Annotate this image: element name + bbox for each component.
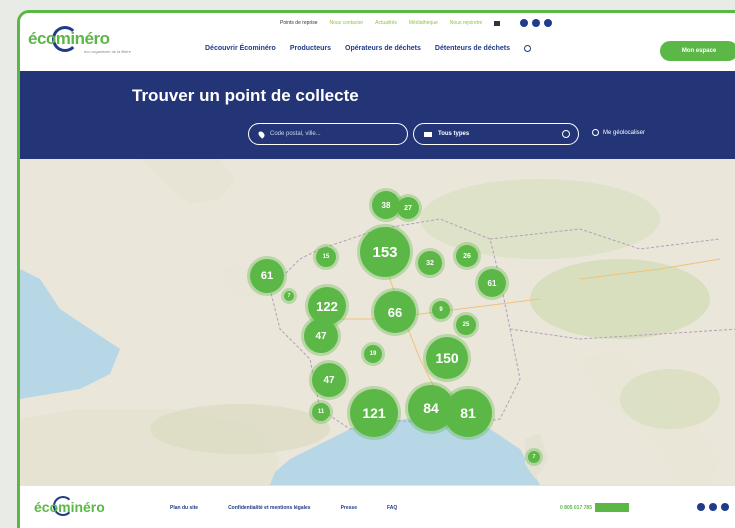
- footer-link-sitemap[interactable]: Plan du site: [170, 505, 198, 511]
- twitter-icon[interactable]: [532, 19, 541, 27]
- nav-item-detenteurs[interactable]: Détenteurs de déchets: [435, 45, 510, 52]
- cluster-count: 15: [322, 254, 330, 260]
- phone-number: 0 805 017 785: [560, 504, 592, 511]
- cluster-count: 19: [369, 351, 377, 357]
- map-cluster[interactable]: 26: [456, 245, 478, 267]
- search-banner: Trouver un point de collecte Code postal…: [20, 71, 735, 159]
- map-cluster[interactable]: 121: [350, 389, 398, 437]
- top-link-rejoindre[interactable]: Nous rejoindre: [450, 20, 483, 26]
- map-cluster[interactable]: 25: [456, 315, 476, 335]
- map-cluster[interactable]: 15: [316, 247, 336, 267]
- cluster-count: 7: [532, 454, 536, 460]
- cluster-count: 66: [387, 304, 403, 320]
- nav-item-decouvrir[interactable]: Découvrir Écominéro: [205, 45, 276, 52]
- cluster-count: 25: [462, 322, 470, 328]
- logo-text: écominéro: [28, 29, 110, 48]
- map-cluster[interactable]: 61: [250, 259, 284, 293]
- logo-tagline: éco-organisme de la filière: [84, 49, 131, 54]
- terrain-patch: [420, 179, 660, 259]
- map-cluster[interactable]: 9: [432, 301, 450, 319]
- map-cluster[interactable]: 47: [304, 319, 338, 353]
- terrain-patch: [530, 259, 710, 339]
- top-link-contact[interactable]: Nous contacter: [330, 20, 364, 26]
- cluster-count: 84: [423, 400, 439, 416]
- cluster-count: 61: [487, 278, 497, 288]
- header: écominéro éco-organisme de la filière Po…: [20, 13, 735, 71]
- cluster-count: 122: [316, 298, 338, 314]
- map-cluster[interactable]: 11: [312, 403, 330, 421]
- footer-social-links: [697, 503, 729, 511]
- geolocate-label: Me géolocaliser: [603, 129, 646, 136]
- chevron-down-icon: [562, 130, 570, 138]
- geolocate-button[interactable]: Me géolocaliser: [592, 129, 645, 136]
- nav-item-producteurs[interactable]: Producteurs: [290, 45, 331, 52]
- phone-tag-badge: [594, 503, 629, 512]
- map-cluster[interactable]: 7: [528, 451, 540, 463]
- top-links: Points de reprise Nous contacter Actuali…: [280, 19, 553, 27]
- main-nav: Découvrir Écominéro Producteurs Opérateu…: [205, 45, 532, 52]
- location-placeholder: Code postal, ville...: [270, 131, 321, 137]
- nav-item-operateurs[interactable]: Opérateurs de déchets: [345, 45, 421, 52]
- youtube-icon[interactable]: [721, 503, 729, 511]
- footer-link-press[interactable]: Presse: [341, 505, 357, 511]
- cluster-count: 7: [287, 293, 291, 299]
- terrain-patch: [150, 404, 330, 454]
- flag-icon[interactable]: [494, 20, 501, 26]
- map-cluster[interactable]: 38: [372, 191, 400, 219]
- map-cluster[interactable]: 32: [418, 251, 442, 275]
- cluster-count: 27: [404, 204, 412, 212]
- map-cluster[interactable]: 47: [312, 363, 346, 397]
- waste-type-value: Tous types: [438, 131, 470, 137]
- map-cluster[interactable]: 27: [397, 197, 419, 219]
- twitter-icon[interactable]: [709, 503, 717, 511]
- page-title: Trouver un point de collecte: [132, 86, 359, 105]
- logo[interactable]: écominéro éco-organisme de la filière: [28, 23, 138, 63]
- linkedin-icon[interactable]: [520, 19, 529, 27]
- page-frame: écominéro éco-organisme de la filière Po…: [17, 10, 735, 528]
- cluster-count: 32: [426, 259, 434, 267]
- footer-logo[interactable]: écominéro: [34, 499, 105, 515]
- cluster-count: 81: [460, 405, 476, 421]
- footer-link-faq[interactable]: FAQ: [387, 505, 397, 511]
- search-icon[interactable]: [524, 45, 532, 52]
- linkedin-icon[interactable]: [697, 503, 705, 511]
- cluster-count: 38: [381, 200, 391, 210]
- crosshair-icon: [592, 129, 599, 136]
- terrain-patch: [620, 369, 720, 429]
- location-search-input[interactable]: Code postal, ville...: [248, 123, 408, 145]
- top-link-actualites[interactable]: Actualités: [375, 20, 397, 26]
- cluster-count: 153: [372, 243, 398, 261]
- cluster-count: 47: [323, 374, 335, 386]
- map-cluster[interactable]: 66: [374, 291, 416, 333]
- cluster-count: 26: [463, 252, 471, 260]
- social-links: [520, 19, 553, 27]
- footer: écominéro Plan du site Confidentialité e…: [20, 485, 735, 528]
- top-link-points-reprise[interactable]: Points de reprise: [280, 20, 318, 26]
- cluster-count: 61: [260, 270, 274, 282]
- cluster-count: 47: [315, 330, 327, 342]
- map-cluster[interactable]: 81: [444, 389, 492, 437]
- cluster-count: 9: [439, 307, 443, 313]
- map-cluster[interactable]: 19: [364, 345, 382, 363]
- collection-points-map[interactable]: 38 27 153 15 61 32 26 61 122 66 9 25 47 …: [20, 159, 735, 485]
- map-pin-icon: [257, 129, 266, 139]
- map-cluster[interactable]: 61: [478, 269, 506, 297]
- map-cluster[interactable]: 153: [360, 227, 410, 277]
- cluster-count: 11: [317, 409, 325, 415]
- map-cluster[interactable]: 150: [426, 337, 468, 379]
- map-cluster[interactable]: 7: [284, 291, 294, 301]
- waste-type-select[interactable]: Tous types: [413, 123, 579, 145]
- top-link-mediatheque[interactable]: Médiathèque: [409, 20, 438, 26]
- cluster-count: 121: [362, 405, 386, 421]
- account-button[interactable]: Mon espace: [660, 41, 735, 61]
- footer-link-privacy[interactable]: Confidentialité et mentions légales: [228, 505, 311, 511]
- youtube-icon[interactable]: [544, 19, 553, 27]
- footer-links: Plan du site Confidentialité et mentions…: [170, 505, 397, 511]
- cluster-count: 150: [435, 350, 459, 366]
- footer-phone[interactable]: 0 805 017 785: [560, 503, 629, 512]
- truck-icon: [424, 131, 432, 137]
